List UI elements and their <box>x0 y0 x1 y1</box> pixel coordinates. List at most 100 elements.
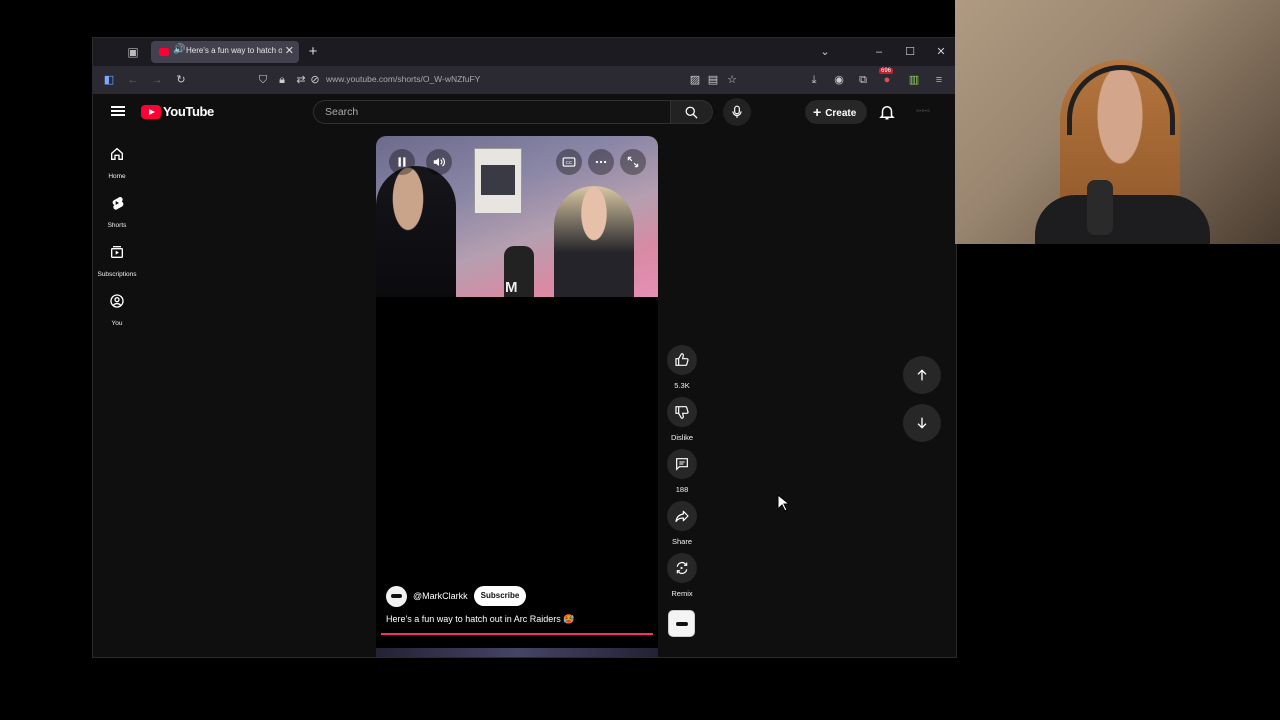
minimize-icon[interactable]: – <box>869 42 889 62</box>
youtube-page: YouTube +Create ◦-◦-◦ Home Shorts <box>93 94 956 657</box>
dislike-button[interactable]: Dislike <box>666 397 698 442</box>
next-short-preview[interactable] <box>376 648 658 657</box>
picture-icon[interactable]: ▨ <box>687 72 703 88</box>
short-video-player[interactable]: M CC @MarkClarkk Subscribe Here's a fun … <box>376 136 658 648</box>
share-button[interactable]: Share <box>666 501 698 546</box>
expand-icon <box>627 156 639 168</box>
account-icon[interactable]: ◉ <box>831 72 847 88</box>
search-icon <box>685 106 698 119</box>
like-count: 5.3K <box>674 381 690 390</box>
share-label: Share <box>671 537 692 546</box>
you-icon <box>110 294 124 308</box>
bookmark-star-icon[interactable]: ☆ <box>724 72 740 88</box>
pause-button[interactable] <box>389 149 415 175</box>
comments-button[interactable]: 188 <box>666 449 698 494</box>
remix-button[interactable]: Remix <box>666 553 698 598</box>
tab-title: Here's a fun way to hatch o <box>186 46 282 55</box>
streamer-shirt <box>1035 195 1210 244</box>
video-frame: M <box>376 136 658 297</box>
thumbs-down-icon <box>675 406 689 419</box>
sound-thumbnail[interactable] <box>668 610 695 637</box>
arrow-down-icon <box>917 417 927 429</box>
url-text[interactable]: www.youtube.com/shorts/O_W-wNZfuFY <box>326 74 480 84</box>
account-avatar-loading-icon[interactable]: ◦-◦-◦ <box>916 106 930 115</box>
video-watermark: M <box>505 279 518 296</box>
sidebar-item-label: Shorts <box>107 222 127 229</box>
dislike-label: Dislike <box>670 433 694 442</box>
fullscreen-button[interactable] <box>620 149 646 175</box>
short-caption[interactable]: Here's a fun way to hatch out in Arc Rai… <box>386 614 575 625</box>
screen: ▣ 🔊 Here's a fun way to hatch o ✕ + ⌄ – … <box>0 0 1280 720</box>
browser-window: ▣ 🔊 Here's a fun way to hatch o ✕ + ⌄ – … <box>92 37 957 658</box>
back-icon[interactable]: ← <box>125 72 141 88</box>
sidebar-item-label: You <box>111 320 123 327</box>
captions-button[interactable]: CC <box>556 149 582 175</box>
sidebar-toggle-icon[interactable]: ◧ <box>101 72 117 88</box>
channel-name[interactable]: @MarkClarkk <box>413 591 468 601</box>
sidebar-item-label: Home <box>108 173 126 180</box>
svg-text:CC: CC <box>566 160 573 165</box>
navigation-bar: ◧ ← → ↻ ⛉ 🔒︎ ⇄ ⊘ www.youtube.com/shorts/… <box>93 66 956 94</box>
youtube-favicon-icon <box>159 48 169 56</box>
like-button[interactable]: 5.3K <box>666 345 698 390</box>
notifications-bell-icon[interactable] <box>878 103 896 121</box>
maximize-icon[interactable]: ☐ <box>900 42 920 62</box>
webcam-overlay <box>955 0 1280 244</box>
volume-icon <box>433 157 445 167</box>
logo-wordmark: YouTube <box>163 104 214 119</box>
guide-menu-icon[interactable] <box>111 104 125 118</box>
shorts-icon <box>112 196 124 210</box>
extensions-icon[interactable]: ⧉ <box>855 72 871 88</box>
new-tab-icon[interactable]: + <box>305 44 321 60</box>
speaker-icon[interactable]: 🔊 <box>173 44 185 55</box>
shield-icon[interactable]: ⛉ <box>255 72 271 88</box>
share-arrow-icon <box>675 510 689 522</box>
forward-icon[interactable]: → <box>149 72 165 88</box>
more-options-button[interactable] <box>588 149 614 175</box>
home-icon <box>111 147 123 160</box>
window-close-icon[interactable]: ✕ <box>931 42 951 62</box>
tab-close-icon[interactable]: ✕ <box>285 44 294 57</box>
tab-bar: ▣ 🔊 Here's a fun way to hatch o ✕ + ⌄ – … <box>93 38 956 66</box>
subscribe-button[interactable]: Subscribe <box>474 586 526 606</box>
sidebar-item-you[interactable]: You <box>93 293 141 330</box>
pause-icon <box>398 157 406 167</box>
create-button[interactable]: + Create <box>805 100 867 124</box>
voice-search-button[interactable] <box>723 98 751 126</box>
equalizer-icon[interactable]: ▥ <box>906 72 922 88</box>
lock-icon[interactable]: 🔒︎ <box>274 72 290 88</box>
subscriptions-icon <box>111 246 123 258</box>
playback-progress-bar[interactable] <box>381 633 653 635</box>
microphone-icon <box>732 105 742 118</box>
channel-avatar[interactable] <box>386 586 407 607</box>
download-icon[interactable]: ⤓ <box>806 72 822 88</box>
sidebar-item-home[interactable]: Home <box>93 146 141 183</box>
tab-active[interactable]: 🔊 Here's a fun way to hatch o ✕ <box>151 41 299 63</box>
wall-poster <box>474 148 522 214</box>
video-person-right <box>554 186 634 297</box>
search-box <box>313 100 671 124</box>
next-short-button[interactable] <box>903 404 941 442</box>
menu-icon[interactable]: ≡ <box>931 72 947 88</box>
plus-icon: + <box>813 104 822 120</box>
streamer-microphone <box>1087 180 1113 235</box>
volume-button[interactable] <box>426 149 452 175</box>
mouse-cursor-icon <box>777 494 789 512</box>
remix-icon <box>676 561 688 575</box>
list-tabs-chevron-icon[interactable]: ⌄ <box>815 42 835 62</box>
create-label: Create <box>825 108 857 119</box>
sidebar-item-subscriptions[interactable]: Subscriptions <box>93 244 141 281</box>
sidebar-item-shorts[interactable]: Shorts <box>93 195 141 232</box>
reader-view-icon[interactable]: ▤ <box>705 72 721 88</box>
extension-badge-count: 696 <box>879 68 894 74</box>
reload-icon[interactable]: ↻ <box>173 72 189 88</box>
search-input[interactable] <box>314 101 670 123</box>
previous-short-button[interactable] <box>903 356 941 394</box>
more-horizontal-icon <box>595 160 607 164</box>
tracking-off-icon[interactable]: ⊘ <box>307 72 323 88</box>
remix-label: Remix <box>671 589 693 598</box>
search-button[interactable] <box>671 100 713 124</box>
extension-badge-icon[interactable]: ● <box>879 72 895 88</box>
video-person-left <box>376 166 456 297</box>
tab-manager-icon[interactable]: ▣ <box>125 44 141 60</box>
